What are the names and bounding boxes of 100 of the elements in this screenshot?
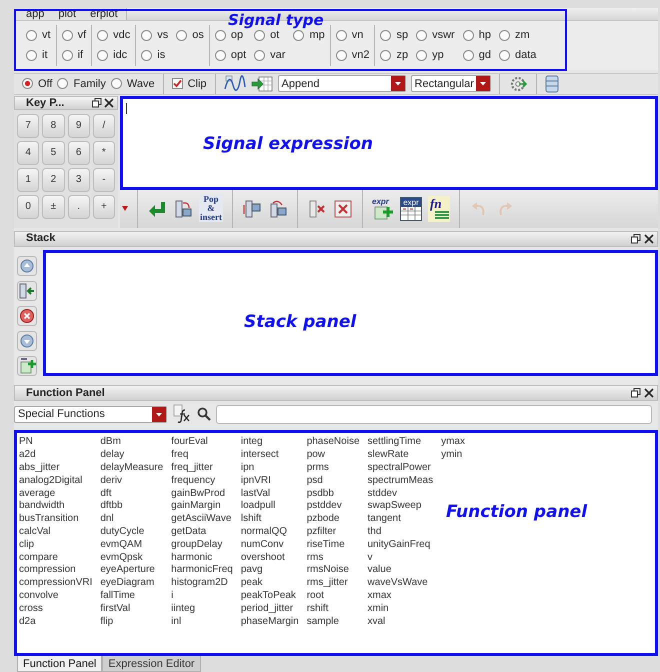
function-item[interactable]: eyeDiagram xyxy=(100,577,164,590)
stack-push-icon[interactable] xyxy=(173,198,193,219)
function-item[interactable]: ymax xyxy=(441,436,465,450)
function-item[interactable]: compare xyxy=(19,552,92,564)
function-item[interactable]: peak xyxy=(240,577,299,590)
close-icon[interactable] xyxy=(644,388,654,398)
radio-button[interactable] xyxy=(97,30,108,41)
key-button[interactable]: 1 xyxy=(17,168,40,192)
dropdown[interactable]: Append xyxy=(278,75,406,92)
function-item[interactable]: loadpull xyxy=(240,500,299,514)
function-item[interactable]: peakToPeak xyxy=(240,590,299,603)
radio-button[interactable] xyxy=(336,50,347,62)
function-item[interactable]: lastVal xyxy=(240,488,299,500)
function-item[interactable]: pzfilter xyxy=(306,526,360,539)
radio-button[interactable] xyxy=(176,30,188,41)
function-item[interactable]: ymin xyxy=(441,449,465,462)
panel-tab[interactable]: Expression Editor xyxy=(102,656,201,672)
function-item[interactable]: psd xyxy=(306,474,360,488)
radio-button[interactable] xyxy=(57,78,68,90)
menu-item[interactable]: erplot xyxy=(90,6,118,22)
radio-button[interactable] xyxy=(26,50,37,62)
function-item[interactable]: evmQpsk xyxy=(100,552,164,564)
function-item[interactable]: delayMeasure xyxy=(100,462,164,475)
formula-icon[interactable] xyxy=(172,404,192,424)
dropdown[interactable]: Rectangular xyxy=(410,75,491,92)
function-item[interactable]: thd xyxy=(368,526,434,539)
function-item[interactable]: deriv xyxy=(100,474,164,488)
database-icon[interactable] xyxy=(544,74,559,93)
function-item[interactable]: calcVal xyxy=(19,526,92,539)
function-item[interactable]: normalQQ xyxy=(240,526,299,539)
key-button[interactable]: 0 xyxy=(17,194,40,219)
function-item[interactable]: i xyxy=(171,590,233,603)
arrow-down-icon[interactable] xyxy=(17,330,37,351)
radio-button[interactable] xyxy=(254,30,266,41)
function-item[interactable]: spectrumMeas xyxy=(368,474,434,488)
arrow-up-icon[interactable] xyxy=(17,256,37,276)
key-button[interactable]: * xyxy=(92,140,115,165)
function-item[interactable]: ipnVRI xyxy=(240,474,299,488)
function-item[interactable]: dutyCycle xyxy=(100,526,164,539)
search-field[interactable] xyxy=(216,404,652,424)
radio-button[interactable] xyxy=(214,50,226,62)
function-item[interactable]: prms xyxy=(306,462,360,475)
float-icon[interactable] xyxy=(631,234,641,244)
function-item[interactable]: flip xyxy=(100,616,164,628)
function-item[interactable]: rmsNoise xyxy=(306,564,360,578)
function-item[interactable]: harmonic xyxy=(171,552,233,564)
key-button[interactable]: 5 xyxy=(42,140,64,165)
function-item[interactable]: getData xyxy=(171,526,233,539)
function-item[interactable]: xmax xyxy=(368,590,434,603)
function-item[interactable]: gainBwProd xyxy=(171,488,233,500)
radio-button[interactable] xyxy=(336,30,347,41)
delete-icon[interactable] xyxy=(17,306,37,326)
function-item[interactable]: fallTime xyxy=(100,590,164,603)
radio-button[interactable] xyxy=(380,30,392,41)
radio-button[interactable] xyxy=(97,50,108,62)
key-button[interactable]: + xyxy=(92,194,115,219)
key-button[interactable]: 3 xyxy=(68,168,90,192)
radio-button[interactable] xyxy=(498,50,510,62)
key-button[interactable]: 4 xyxy=(17,140,40,165)
dropdown-arrow-icon[interactable] xyxy=(122,206,128,212)
key-button[interactable]: / xyxy=(92,114,115,138)
function-item[interactable]: compression xyxy=(19,564,92,578)
function-item[interactable]: unityGainFreq xyxy=(368,538,434,552)
function-item[interactable]: bandwidth xyxy=(19,500,92,514)
key-button[interactable]: 6 xyxy=(68,140,90,165)
function-item[interactable]: frequency xyxy=(171,474,233,488)
function-item[interactable]: histogram2D xyxy=(171,577,233,590)
function-item[interactable]: rshift xyxy=(306,602,360,616)
function-item[interactable]: harmonicFreq xyxy=(171,564,233,578)
function-item[interactable]: PN xyxy=(19,436,92,450)
function-item[interactable]: compressionVRI xyxy=(19,577,92,590)
function-item[interactable]: integ xyxy=(240,436,299,450)
close-icon[interactable] xyxy=(644,234,654,244)
function-item[interactable]: xmin xyxy=(368,602,434,616)
function-item[interactable]: delay xyxy=(100,449,164,462)
key-button[interactable]: - xyxy=(92,168,115,192)
function-item[interactable]: dftbb xyxy=(100,500,164,514)
function-item[interactable]: clip xyxy=(19,538,92,552)
function-item[interactable]: freq_jitter xyxy=(171,462,233,475)
float-icon[interactable] xyxy=(631,388,641,398)
dropdown[interactable]: Special Functions xyxy=(14,406,167,423)
function-item[interactable]: abs_jitter xyxy=(19,462,92,475)
stack-swap-icon[interactable] xyxy=(242,198,262,219)
radio-button[interactable] xyxy=(380,50,392,62)
search-icon[interactable] xyxy=(197,407,211,422)
radio-button[interactable] xyxy=(416,30,428,41)
expression-field[interactable] xyxy=(120,96,658,190)
float-icon[interactable] xyxy=(92,98,102,108)
function-item[interactable]: d2a xyxy=(19,616,92,628)
function-item[interactable]: riseTime xyxy=(306,538,360,552)
radio-button[interactable] xyxy=(22,78,33,90)
function-item[interactable]: slewRate xyxy=(368,449,434,462)
function-item[interactable]: sample xyxy=(306,616,360,628)
function-item[interactable]: period_jitter xyxy=(240,602,299,616)
pop-insert-button[interactable]: Pop & insert xyxy=(199,195,223,222)
function-item[interactable]: root xyxy=(306,590,360,603)
function-item[interactable]: dBm xyxy=(100,436,164,450)
table-arrow-icon[interactable] xyxy=(250,74,273,93)
menu-item[interactable]: app xyxy=(26,6,44,22)
radio-button[interactable] xyxy=(416,50,428,62)
